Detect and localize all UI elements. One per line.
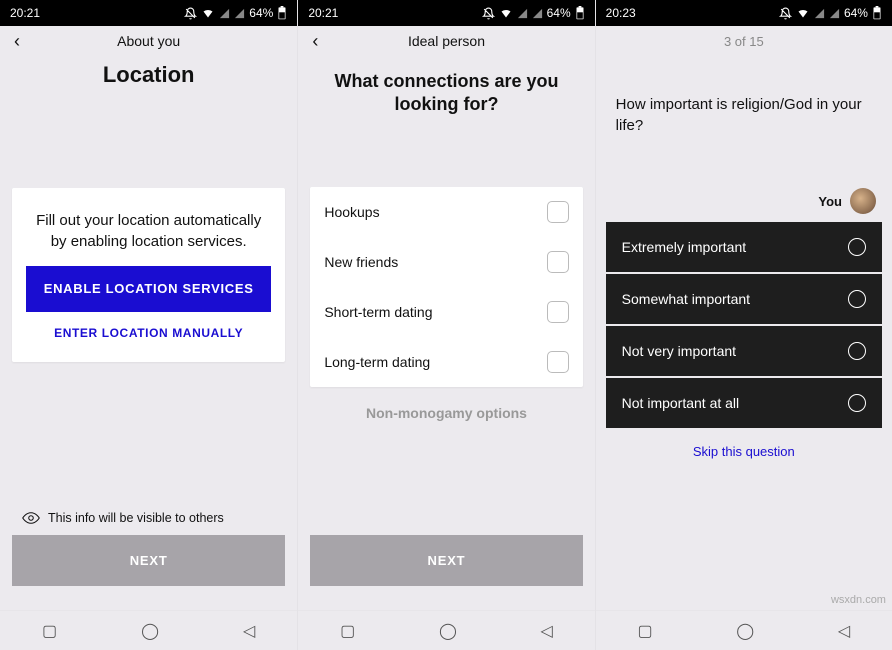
battery-text: 64% — [249, 6, 273, 20]
signal-icon — [517, 8, 528, 19]
top-bar: ‹ Ideal person — [298, 26, 594, 56]
status-time: 20:23 — [606, 6, 636, 20]
visibility-text: This info will be visible to others — [48, 511, 224, 525]
android-nav-bar: ▢ ◯ ◁ — [298, 610, 594, 650]
battery-text: 64% — [547, 6, 571, 20]
signal-icon-2 — [829, 8, 840, 19]
android-nav-bar: ▢ ◯ ◁ — [0, 610, 297, 650]
signal-icon-2 — [234, 8, 245, 19]
watermark: wsxdn.com — [831, 594, 886, 606]
option-label: Short-term dating — [324, 304, 432, 320]
nav-back-icon[interactable]: ◁ — [243, 621, 255, 641]
page-title: Location — [0, 56, 297, 88]
answer-somewhat[interactable]: Somewhat important — [606, 274, 882, 324]
status-bar: 20:21 64% — [298, 0, 594, 26]
option-label: Hookups — [324, 204, 379, 220]
status-icons: 64% — [779, 6, 882, 20]
page-counter: 3 of 15 — [596, 34, 892, 49]
next-button[interactable]: NEXT — [310, 535, 582, 586]
status-icons: 64% — [482, 6, 585, 20]
nav-home-icon[interactable]: ◯ — [736, 621, 754, 641]
android-nav-bar: ▢ ◯ ◁ — [596, 610, 892, 650]
top-bar: 3 of 15 — [596, 26, 892, 56]
checkbox[interactable] — [547, 251, 569, 273]
avatar — [850, 188, 876, 214]
wifi-icon — [201, 7, 215, 19]
top-bar: ‹ About you — [0, 26, 297, 56]
wifi-icon — [796, 7, 810, 19]
answer-label: Not very important — [622, 343, 736, 359]
answer-label: Not important at all — [622, 395, 740, 411]
status-bar: 20:23 64% — [596, 0, 892, 26]
status-icons: 64% — [184, 6, 287, 20]
enable-location-button[interactable]: ENABLE LOCATION SERVICES — [26, 266, 271, 312]
battery-icon — [277, 6, 287, 20]
nav-back-icon[interactable]: ◁ — [541, 621, 553, 641]
signal-icon — [219, 8, 230, 19]
screen-connections: 20:21 64% ‹ Ideal person What connection… — [297, 0, 594, 650]
nav-recent-icon[interactable]: ▢ — [42, 621, 57, 641]
battery-icon — [872, 6, 882, 20]
answer-panel: Extremely important Somewhat important N… — [606, 222, 882, 430]
you-row: You — [596, 188, 892, 222]
answer-label: Somewhat important — [622, 291, 750, 307]
option-short-term[interactable]: Short-term dating — [310, 287, 582, 337]
nav-recent-icon[interactable]: ▢ — [637, 621, 652, 641]
back-button[interactable]: ‹ — [312, 31, 318, 52]
skip-question-link[interactable]: Skip this question — [596, 430, 892, 473]
battery-icon — [575, 6, 585, 20]
footer: NEXT — [298, 535, 594, 602]
option-long-term[interactable]: Long-term dating — [310, 337, 582, 387]
enter-manually-link[interactable]: ENTER LOCATION MANUALLY — [26, 312, 271, 344]
screen-location: 20:21 64% ‹ About you Location Fill out … — [0, 0, 297, 650]
answer-label: Extremely important — [622, 239, 746, 255]
nav-recent-icon[interactable]: ▢ — [340, 621, 355, 641]
question-text: How important is religion/God in your li… — [596, 56, 892, 136]
next-button[interactable]: NEXT — [12, 535, 285, 586]
bell-off-icon — [482, 7, 495, 20]
screen-question: 20:23 64% 3 of 15 How important is relig… — [595, 0, 892, 650]
subtitle: Ideal person — [298, 33, 594, 49]
radio[interactable] — [848, 394, 866, 412]
eye-icon — [22, 511, 40, 525]
subtitle: About you — [0, 33, 297, 49]
status-time: 20:21 — [10, 6, 40, 20]
status-time: 20:21 — [308, 6, 338, 20]
option-hookups[interactable]: Hookups — [310, 187, 582, 237]
footer: This info will be visible to others NEXT — [0, 501, 297, 602]
bell-off-icon — [779, 7, 792, 20]
answer-not-at-all[interactable]: Not important at all — [606, 378, 882, 428]
nav-back-icon[interactable]: ◁ — [838, 621, 850, 641]
page-title: What connections are you looking for? — [298, 56, 594, 117]
card-description: Fill out your location automatically by … — [26, 206, 271, 266]
radio[interactable] — [848, 238, 866, 256]
you-label: You — [818, 194, 842, 209]
answer-extremely[interactable]: Extremely important — [606, 222, 882, 272]
option-new-friends[interactable]: New friends — [310, 237, 582, 287]
back-button[interactable]: ‹ — [14, 31, 20, 52]
battery-text: 64% — [844, 6, 868, 20]
signal-icon — [814, 8, 825, 19]
checkbox[interactable] — [547, 351, 569, 373]
location-card: Fill out your location automatically by … — [12, 188, 285, 362]
connections-list: Hookups New friends Short-term dating Lo… — [310, 187, 582, 387]
checkbox[interactable] — [547, 201, 569, 223]
option-label: New friends — [324, 254, 398, 270]
signal-icon-2 — [532, 8, 543, 19]
nav-home-icon[interactable]: ◯ — [439, 621, 457, 641]
wifi-icon — [499, 7, 513, 19]
radio[interactable] — [848, 342, 866, 360]
visibility-notice: This info will be visible to others — [12, 501, 285, 535]
option-label: Long-term dating — [324, 354, 430, 370]
checkbox[interactable] — [547, 301, 569, 323]
answer-not-very[interactable]: Not very important — [606, 326, 882, 376]
nav-home-icon[interactable]: ◯ — [141, 621, 159, 641]
bell-off-icon — [184, 7, 197, 20]
radio[interactable] — [848, 290, 866, 308]
nonmonogamy-link[interactable]: Non-monogamy options — [298, 387, 594, 421]
status-bar: 20:21 64% — [0, 0, 297, 26]
